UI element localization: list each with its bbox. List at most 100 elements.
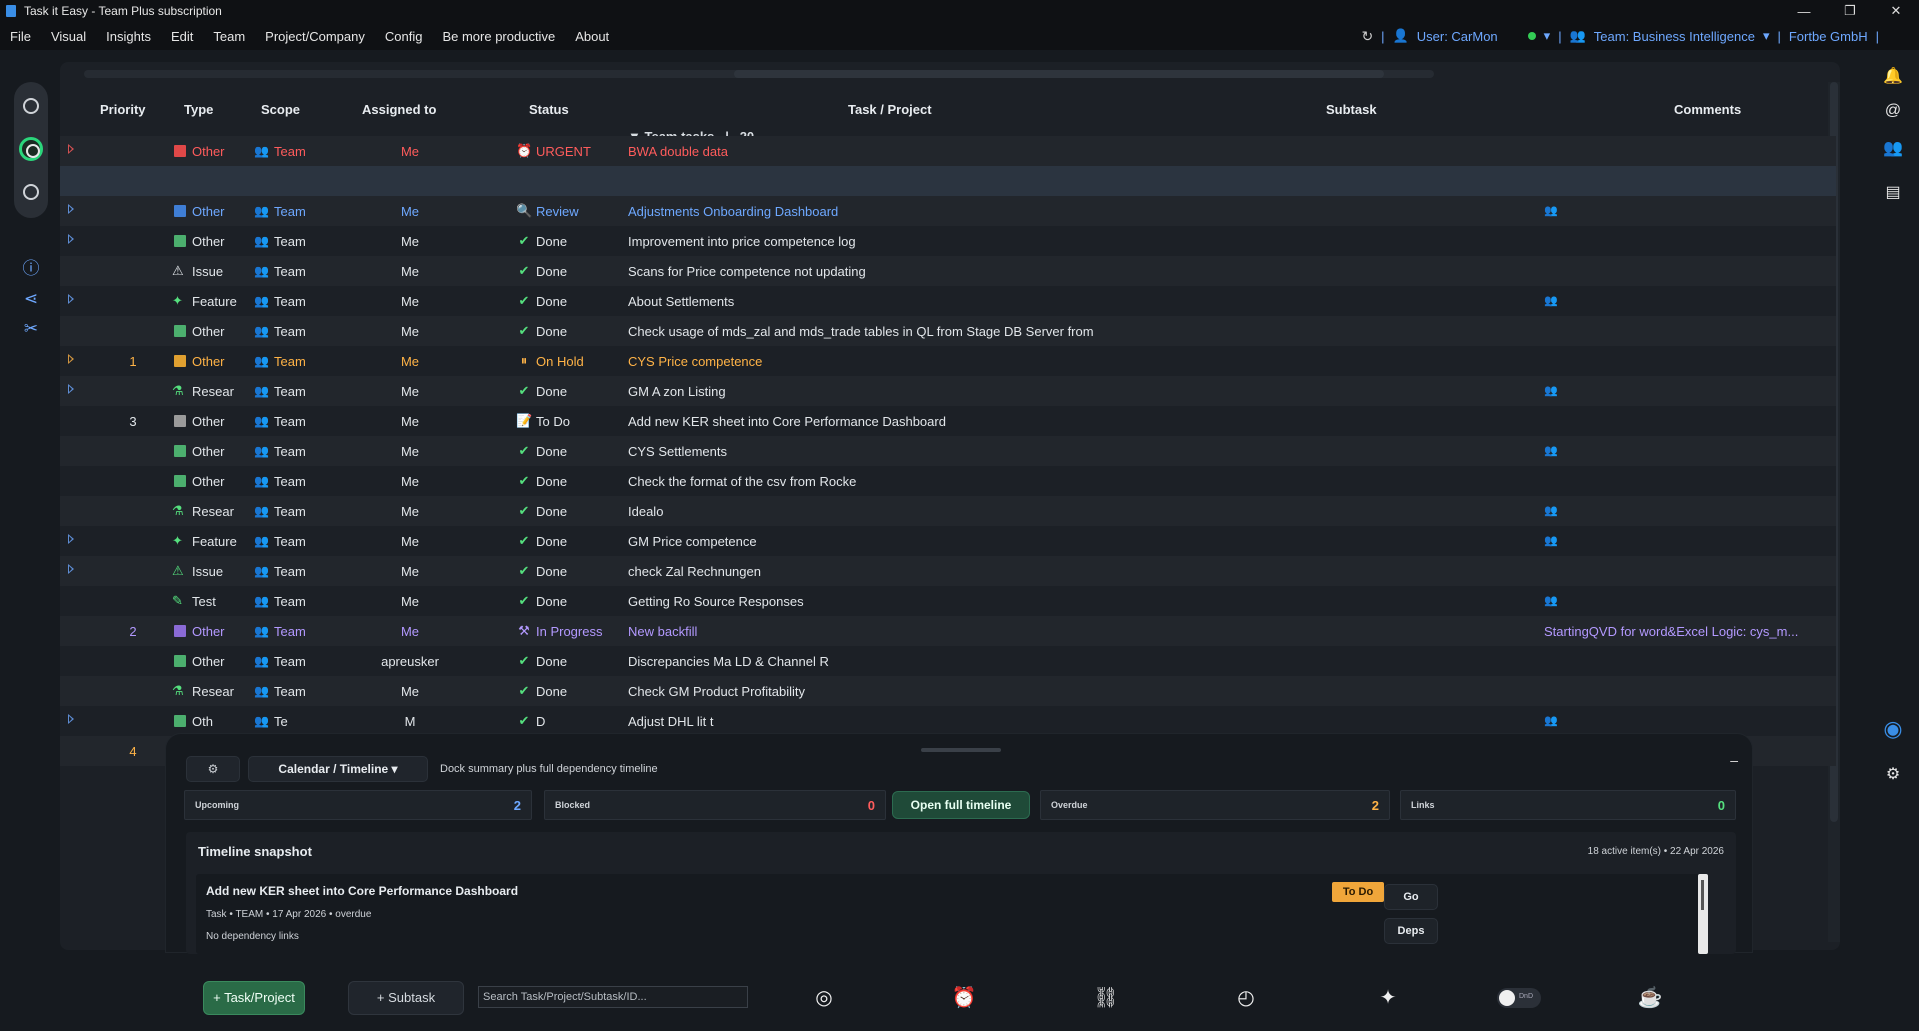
status-cell[interactable]: Review bbox=[536, 204, 579, 219]
dock-view-selector[interactable]: Calendar / Timeline ▾ bbox=[248, 756, 428, 782]
scope-cell[interactable]: Team bbox=[274, 684, 306, 699]
status-cell[interactable]: URGENT bbox=[536, 144, 591, 159]
scope-cell[interactable]: Team bbox=[274, 444, 306, 459]
status-cell[interactable]: In Progress bbox=[536, 624, 602, 639]
refresh-icon[interactable]: ↻ bbox=[1361, 28, 1373, 45]
status-cell[interactable]: Done bbox=[536, 474, 567, 489]
table-row[interactable]: 2 Other 👥 Team Me ⚒ In Progress New backfill Sta… bbox=[60, 616, 1836, 646]
mention-at-icon[interactable]: @ bbox=[1882, 100, 1904, 122]
type-cell[interactable]: Oth bbox=[192, 714, 250, 729]
scope-cell[interactable]: Team bbox=[274, 204, 306, 219]
table-row[interactable]: ✦ Feature 👥 Team Me ✔ Done GM Price competence 👥 bbox=[60, 526, 1836, 556]
table-row[interactable]: ⚠ Issue 👥 Team Me ✔ Done Scans for Price compet… bbox=[60, 256, 1836, 286]
add-subtask-button[interactable]: + Subtask bbox=[348, 981, 464, 1015]
assigned-cell[interactable]: Me bbox=[370, 534, 450, 549]
task-cell[interactable]: Discrepancies Ma LD & Channel R bbox=[628, 654, 1198, 669]
status-cell[interactable]: Done bbox=[536, 444, 567, 459]
priority-cell[interactable]: 3 bbox=[118, 414, 148, 429]
notes-icon[interactable]: ▤ bbox=[1882, 182, 1904, 204]
notification-bell-icon[interactable]: 🔔 bbox=[1882, 66, 1904, 88]
comment-people-icon[interactable]: 👥 bbox=[1544, 294, 1558, 307]
horizontal-scrollbar[interactable] bbox=[84, 70, 1434, 78]
status-cell[interactable]: Done bbox=[536, 564, 567, 579]
expand-row-icon[interactable] bbox=[66, 353, 76, 365]
status-cell[interactable]: Done bbox=[536, 384, 567, 399]
close-window-button[interactable]: ✕ bbox=[1873, 0, 1919, 22]
team-dropdown-icon[interactable]: ▾ bbox=[1763, 28, 1770, 44]
type-cell[interactable]: Other bbox=[192, 414, 250, 429]
scope-cell[interactable]: Team bbox=[274, 234, 306, 249]
scope-cell[interactable]: Team bbox=[274, 474, 306, 489]
type-cell[interactable]: Feature bbox=[192, 294, 250, 309]
type-cell[interactable]: Issue bbox=[192, 264, 250, 279]
scope-cell[interactable]: Team bbox=[274, 654, 306, 669]
assigned-cell[interactable]: Me bbox=[370, 354, 450, 369]
assigned-cell[interactable]: Me bbox=[370, 594, 450, 609]
stat-upcoming[interactable]: Upcoming 2 bbox=[184, 790, 532, 820]
comment-people-icon[interactable]: 👥 bbox=[1544, 534, 1558, 547]
table-row[interactable]: ⚠ Issue 👥 Team Me ✔ Done check Zal Rechnungen bbox=[60, 556, 1836, 586]
share-icon[interactable]: ⋖ bbox=[20, 288, 42, 310]
menu-team[interactable]: Team bbox=[203, 29, 255, 44]
task-cell[interactable]: About Settlements bbox=[628, 294, 1198, 309]
dock-drag-handle[interactable] bbox=[921, 748, 1001, 752]
assigned-cell[interactable]: Me bbox=[370, 294, 450, 309]
assigned-cell[interactable]: Me bbox=[370, 264, 450, 279]
table-row[interactable]: ✦ Feature 👥 Team Me ✔ Done About Settlements 👥 bbox=[60, 286, 1836, 316]
column-subtask[interactable]: Subtask bbox=[1326, 102, 1377, 117]
column-priority[interactable]: Priority bbox=[100, 102, 146, 117]
deps-button[interactable]: Deps bbox=[1384, 918, 1438, 944]
column-status[interactable]: Status bbox=[529, 102, 569, 117]
menu-file[interactable]: File bbox=[0, 29, 41, 44]
scope-cell[interactable]: Team bbox=[274, 294, 306, 309]
status-cell[interactable]: Done bbox=[536, 594, 567, 609]
task-cell[interactable]: Improvement into price competence log bbox=[628, 234, 1198, 249]
assigned-cell[interactable]: Me bbox=[370, 414, 450, 429]
comment-people-icon[interactable]: 👥 bbox=[1544, 714, 1558, 727]
priority-cell[interactable]: 4 bbox=[118, 744, 148, 759]
table-row[interactable] bbox=[60, 166, 1836, 196]
table-row[interactable]: 3 Other 👥 Team Me 📝 To Do Add new KER sheet int… bbox=[60, 406, 1836, 436]
status-cell[interactable]: Done bbox=[536, 654, 567, 669]
assistant-globe-icon[interactable]: ◉ bbox=[1882, 718, 1904, 740]
column-assigned-to[interactable]: Assigned to bbox=[362, 102, 436, 117]
comment-people-icon[interactable]: 👥 bbox=[1544, 204, 1558, 217]
table-row[interactable]: Other 👥 Team Me ✔ Done Check the format of the… bbox=[60, 466, 1836, 496]
stat-overdue[interactable]: Overdue 2 bbox=[1040, 790, 1390, 820]
card-scrollbar[interactable] bbox=[1698, 874, 1708, 954]
comment-people-icon[interactable]: 👥 bbox=[1544, 444, 1558, 457]
column-type[interactable]: Type bbox=[184, 102, 213, 117]
column-task-project[interactable]: Task / Project bbox=[848, 102, 932, 117]
company-label[interactable]: Fortbe GmbH bbox=[1789, 29, 1868, 44]
table-row[interactable]: Other 👥 Team Me ⏰ URGENT BWA double data bbox=[60, 136, 1836, 166]
tools-icon[interactable]: ✂ bbox=[20, 318, 42, 340]
column-comments[interactable]: Comments bbox=[1674, 102, 1741, 117]
table-row[interactable]: ✎ Test 👥 Team Me ✔ Done Getting Ro Source Respo… bbox=[60, 586, 1836, 616]
focus-target-icon[interactable]: ◎ bbox=[810, 984, 838, 1012]
settings-gear-icon[interactable]: ⚙ bbox=[1882, 764, 1904, 786]
goal-target-icon[interactable]: ◴ bbox=[1232, 984, 1260, 1012]
menu-project-company[interactable]: Project/Company bbox=[255, 29, 375, 44]
coffee-break-icon[interactable]: ☕ bbox=[1636, 984, 1664, 1012]
column-scope[interactable]: Scope bbox=[261, 102, 300, 117]
task-cell[interactable]: CYS Settlements bbox=[628, 444, 1198, 459]
type-cell[interactable]: Other bbox=[192, 144, 250, 159]
open-full-timeline-button[interactable]: Open full timeline bbox=[892, 791, 1030, 819]
type-cell[interactable]: Resear bbox=[192, 384, 250, 399]
table-row[interactable]: ⚗ Resear 👥 Team Me ✔ Done Idealo 👥 bbox=[60, 496, 1836, 526]
user-label[interactable]: User: CarMon bbox=[1417, 29, 1498, 44]
priority-cell[interactable]: 1 bbox=[118, 354, 148, 369]
scope-cell[interactable]: Team bbox=[274, 354, 306, 369]
scope-cell[interactable]: Team bbox=[274, 384, 306, 399]
task-cell[interactable]: Check usage of mds_zal and mds_trade tab… bbox=[628, 324, 1198, 339]
scope-cell[interactable]: Team bbox=[274, 264, 306, 279]
comment-people-icon[interactable]: 👥 bbox=[1544, 384, 1558, 397]
type-cell[interactable]: Issue bbox=[192, 564, 250, 579]
type-cell[interactable]: Other bbox=[192, 324, 250, 339]
assigned-cell[interactable]: Me bbox=[370, 564, 450, 579]
assigned-cell[interactable]: Me bbox=[370, 234, 450, 249]
assigned-cell[interactable]: M bbox=[370, 714, 450, 729]
search-input[interactable] bbox=[478, 986, 748, 1008]
scope-cell[interactable]: Team bbox=[274, 144, 306, 159]
type-cell[interactable]: Other bbox=[192, 624, 250, 639]
